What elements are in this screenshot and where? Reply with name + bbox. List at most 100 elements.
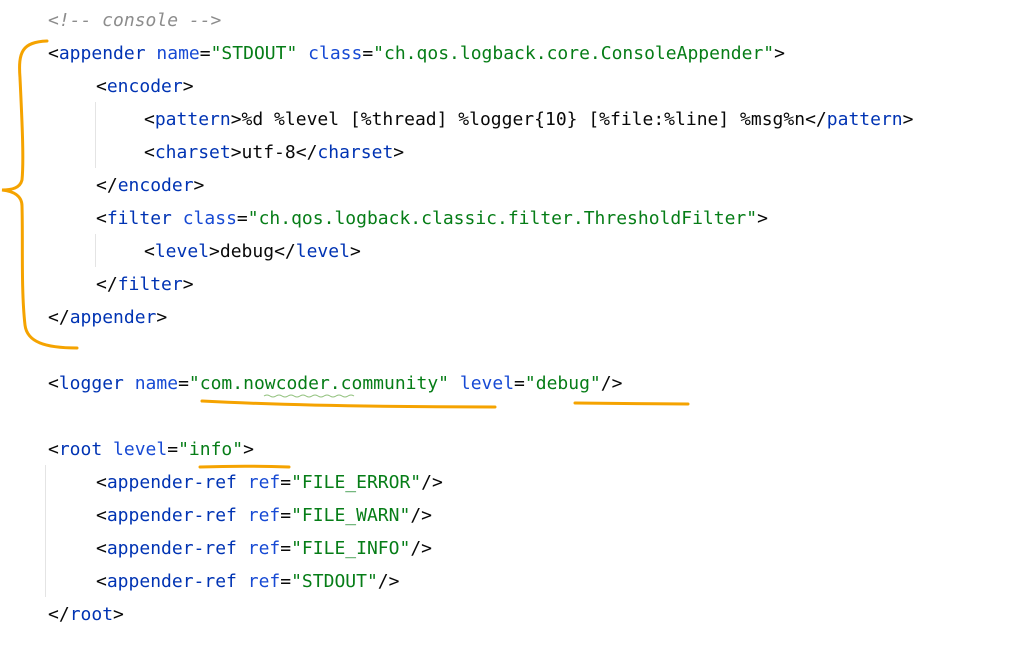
code-token-value: "debug" [524, 373, 601, 394]
code-token-punct: /> [410, 538, 432, 559]
code-token-punct: = [514, 373, 525, 394]
code-token-punct: > [182, 274, 194, 295]
code-token-punct: = [236, 208, 248, 229]
code-token-punct: </ [96, 175, 118, 196]
code-token-tag: filter [106, 208, 172, 229]
code-token-punct: = [178, 373, 189, 394]
code-line[interactable]: <appender-ref ref="FILE_ERROR"/> [96, 466, 443, 499]
code-token-punct: > [243, 439, 254, 460]
code-line[interactable]: <encoder> [96, 70, 194, 103]
code-token-punct: = [167, 439, 179, 460]
code-token-punct: < [96, 505, 107, 526]
code-line[interactable]: <appender-ref ref="STDOUT"/> [96, 565, 399, 598]
code-token-punct: > [209, 241, 220, 262]
code-token-comment: <!-- console --> [48, 10, 222, 31]
indent-guide [95, 102, 96, 168]
code-token-punct: = [280, 472, 292, 493]
code-token-punct: /> [377, 571, 400, 592]
code-token-tag: pattern [154, 109, 231, 130]
code-token-punct: = [362, 43, 374, 64]
code-token-punct: > [182, 76, 194, 97]
code-line[interactable]: <pattern>%d %level [%thread] %logger{10}… [144, 103, 913, 136]
code-token-value: "info" [178, 439, 244, 460]
code-token-attr: name [134, 373, 179, 394]
code-token-punct [172, 208, 183, 229]
code-line[interactable]: </root> [48, 598, 124, 631]
code-token-punct [449, 373, 460, 394]
code-line[interactable]: <appender-ref ref="FILE_INFO"/> [96, 532, 432, 565]
code-line[interactable]: <charset>utf-8</charset> [144, 136, 404, 169]
code-token-attr: name [156, 43, 200, 64]
code-token-punct [297, 43, 308, 64]
code-token-tag: level [295, 241, 350, 262]
code-token-attr: class [182, 208, 237, 229]
code-token-punct [237, 472, 248, 493]
code-token-value: "ch.qos.logback.core.ConsoleAppender" [373, 43, 775, 64]
code-token-punct: > [349, 241, 361, 262]
code-token-punct [237, 571, 248, 592]
code-token-tag: appender-ref [106, 472, 237, 493]
code-line[interactable]: </appender> [48, 301, 167, 334]
code-token-tag: appender-ref [106, 538, 237, 559]
code-token-punct: </ [805, 109, 827, 130]
code-token-attr: class [308, 43, 363, 64]
code-token-tag: level [154, 241, 210, 262]
code-token-value: "ch.qos.logback.classic.filter.Threshold… [247, 208, 758, 229]
code-token-punct: < [144, 109, 155, 130]
code-token-tag: appender [58, 43, 146, 64]
code-line[interactable]: </encoder> [96, 169, 204, 202]
code-line[interactable]: <root level="info"> [48, 433, 254, 466]
code-line[interactable]: <!-- console --> [48, 4, 221, 37]
code-token-punct: > [393, 142, 405, 163]
code-token-punct: /> [600, 373, 623, 394]
code-token-punct: < [96, 571, 107, 592]
code-token-attr: level [459, 373, 515, 394]
code-line[interactable]: <logger name="com.nowcoder.community" le… [48, 367, 622, 400]
code-token-punct: </ [274, 241, 296, 262]
code-line[interactable]: <appender-ref ref="FILE_WARN"/> [96, 499, 432, 532]
code-token-tag: root [69, 604, 114, 625]
code-token-text: utf-8 [241, 142, 296, 163]
code-token-punct: > [774, 43, 785, 64]
code-token-punct: > [193, 175, 205, 196]
code-line[interactable]: <level>debug</level> [144, 235, 361, 268]
code-token-punct: > [902, 109, 914, 130]
indent-guide [45, 465, 46, 597]
code-token-attr: level [113, 439, 168, 460]
code-token-tag: encoder [117, 175, 194, 196]
code-token-punct [237, 538, 248, 559]
code-token-tag: appender [69, 307, 157, 328]
code-token-punct: /> [421, 472, 443, 493]
code-token-punct: < [48, 439, 59, 460]
code-token-attr: ref [247, 571, 281, 592]
code-token-value: "com.nowcoder.community" [188, 373, 450, 394]
code-line[interactable]: </filter> [96, 268, 194, 301]
code-token-punct: < [96, 472, 107, 493]
code-token-tag: pattern [826, 109, 903, 130]
code-editor[interactable]: <!-- console --> <appender name="STDOUT" … [0, 0, 1020, 664]
code-token-tag: appender-ref [106, 505, 237, 526]
code-token-punct: /> [410, 505, 432, 526]
code-token-punct: < [48, 43, 59, 64]
code-token-punct: </ [96, 274, 118, 295]
code-token-tag: charset [154, 142, 231, 163]
code-token-punct: < [96, 538, 107, 559]
code-token-punct [124, 373, 135, 394]
code-line[interactable]: <appender name="STDOUT" class="ch.qos.lo… [48, 37, 785, 70]
code-line[interactable]: <filter class="ch.qos.logback.classic.fi… [96, 202, 768, 235]
code-token-attr: ref [247, 505, 281, 526]
code-token-value: "FILE_WARN" [291, 505, 411, 526]
code-token-punct [102, 439, 113, 460]
code-token-punct: < [96, 76, 107, 97]
indent-guide [95, 234, 96, 267]
code-token-punct: > [230, 142, 242, 163]
code-token-text: debug [219, 241, 275, 262]
code-token-punct: = [199, 43, 211, 64]
code-token-attr: ref [247, 538, 281, 559]
code-token-punct [146, 43, 157, 64]
code-token-value: "FILE_INFO" [291, 538, 411, 559]
code-token-text: %d %level [%thread] %logger{10} [%file:%… [241, 109, 806, 130]
code-token-punct: < [48, 373, 59, 394]
code-token-value: "STDOUT" [210, 43, 298, 64]
code-token-value: "FILE_ERROR" [291, 472, 422, 493]
